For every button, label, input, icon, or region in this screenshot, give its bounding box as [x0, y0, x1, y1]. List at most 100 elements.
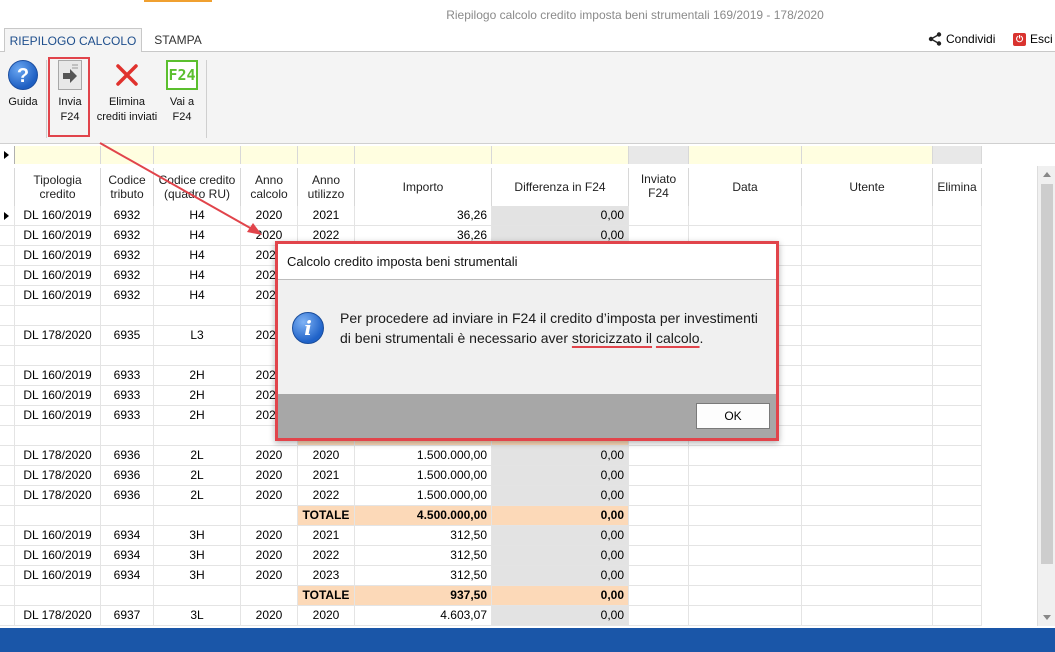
- cell-elimina[interactable]: [933, 366, 982, 385]
- cell-differenza: 0,00: [492, 566, 629, 585]
- share-button[interactable]: Condividi: [928, 32, 995, 46]
- row-selector[interactable]: [0, 246, 15, 265]
- row-selector[interactable]: [0, 226, 15, 245]
- filter-data[interactable]: [689, 146, 802, 164]
- row-selector[interactable]: [0, 486, 15, 505]
- cell-elimina[interactable]: [933, 546, 982, 565]
- filter-codcred[interactable]: [154, 146, 241, 164]
- header-annocalc-1: Anno: [254, 173, 283, 187]
- info-icon: i: [292, 312, 324, 344]
- scroll-down-icon[interactable]: [1043, 615, 1051, 620]
- header-inviato-f24[interactable]: Inviato F24: [629, 168, 689, 206]
- cell-anno-utilizzo: 2021: [298, 526, 355, 545]
- cell-codice-tributo: [101, 346, 154, 365]
- row-selector[interactable]: [0, 546, 15, 565]
- exit-button[interactable]: ⏻ Esci: [1013, 32, 1053, 46]
- row-selector[interactable]: [0, 426, 15, 445]
- vai-label-1: Vai a: [169, 96, 195, 108]
- row-selector[interactable]: [0, 526, 15, 545]
- table-row[interactable]: DL 160/2019 6932 H4 2020 2021 36,26 0,00: [0, 206, 982, 226]
- row-selector[interactable]: [0, 606, 15, 625]
- header-differenza[interactable]: Differenza in F24: [492, 168, 629, 206]
- cell-tipologia: DL 178/2020: [15, 606, 101, 625]
- cell-tipologia: DL 160/2019: [15, 386, 101, 405]
- guida-button[interactable]: ? Guida: [5, 58, 41, 110]
- header-anno-utilizzo[interactable]: Anno utilizzo: [298, 168, 355, 206]
- row-selector[interactable]: [0, 506, 15, 525]
- row-selector[interactable]: [0, 586, 15, 605]
- cell-elimina[interactable]: [933, 406, 982, 425]
- table-row[interactable]: DL 160/2019 6934 3H 2020 2021 312,50 0,00: [0, 526, 982, 546]
- header-data[interactable]: Data: [689, 168, 802, 206]
- cell-elimina[interactable]: [933, 446, 982, 465]
- vertical-scrollbar[interactable]: [1037, 166, 1055, 626]
- elimina-crediti-button[interactable]: Elimina crediti inviati: [92, 58, 162, 125]
- cell-elimina[interactable]: [933, 506, 982, 525]
- tab-stampa[interactable]: STAMPA: [144, 28, 212, 52]
- cell-elimina[interactable]: [933, 586, 982, 605]
- row-selector[interactable]: [0, 466, 15, 485]
- cell-elimina[interactable]: [933, 466, 982, 485]
- filter-annoutil[interactable]: [298, 146, 355, 164]
- total-row[interactable]: TOTALE 937,50 0,00: [0, 586, 982, 606]
- filter-annocalc[interactable]: [241, 146, 298, 164]
- cell-elimina[interactable]: [933, 526, 982, 545]
- table-row[interactable]: DL 178/2020 6936 2L 2020 2022 1.500.000,00 0,0…: [0, 486, 982, 506]
- table-row[interactable]: DL 160/2019 6934 3H 2020 2022 312,50 0,00: [0, 546, 982, 566]
- row-selector[interactable]: [0, 406, 15, 425]
- cell-elimina[interactable]: [933, 566, 982, 585]
- row-selector[interactable]: [0, 366, 15, 385]
- header-elimina[interactable]: Elimina: [933, 168, 982, 206]
- cell-elimina[interactable]: [933, 266, 982, 285]
- tab-riepilogo-calcolo[interactable]: RIEPILOGO CALCOLO: [4, 28, 142, 52]
- header-tipologia[interactable]: Tipologia credito: [15, 168, 101, 206]
- vai-a-f24-button[interactable]: F24 Vai a F24: [162, 58, 202, 125]
- cell-elimina[interactable]: [933, 226, 982, 245]
- row-selector[interactable]: [0, 266, 15, 285]
- ok-button[interactable]: OK: [696, 403, 770, 429]
- scroll-thumb[interactable]: [1041, 184, 1053, 564]
- filter-elimina[interactable]: [933, 146, 982, 164]
- row-selector[interactable]: [0, 446, 15, 465]
- cell-tipologia: DL 160/2019: [15, 366, 101, 385]
- filter-importo[interactable]: [355, 146, 492, 164]
- row-selector[interactable]: [0, 286, 15, 305]
- table-row[interactable]: DL 160/2019 6934 3H 2020 2023 312,50 0,00: [0, 566, 982, 586]
- row-selector[interactable]: [0, 386, 15, 405]
- cell-utente: [802, 246, 933, 265]
- row-selector[interactable]: [0, 566, 15, 585]
- header-codice-credito[interactable]: Codice credito (quadro RU): [154, 168, 241, 206]
- total-row[interactable]: TOTALE 4.500.000,00 0,00: [0, 506, 982, 526]
- header-anno-calcolo[interactable]: Anno calcolo: [241, 168, 298, 206]
- cell-elimina[interactable]: [933, 386, 982, 405]
- header-codcred-2: (quadro RU): [163, 187, 231, 201]
- header-importo[interactable]: Importo: [355, 168, 492, 206]
- filter-differenza[interactable]: [492, 146, 629, 164]
- cell-elimina[interactable]: [933, 246, 982, 265]
- cell-elimina[interactable]: [933, 606, 982, 625]
- filter-inviato[interactable]: [629, 146, 689, 164]
- filter-tipologia[interactable]: [15, 146, 101, 164]
- cell-elimina[interactable]: [933, 286, 982, 305]
- filter-utente[interactable]: [802, 146, 933, 164]
- cell-elimina[interactable]: [933, 206, 982, 225]
- cell-codice-tributo: [101, 586, 154, 605]
- cell-elimina[interactable]: [933, 426, 982, 445]
- table-row[interactable]: DL 178/2020 6937 3L 2020 2020 4.603,07 0,00: [0, 606, 982, 626]
- filter-codice[interactable]: [101, 146, 154, 164]
- row-selector[interactable]: [0, 326, 15, 345]
- scroll-up-icon[interactable]: [1043, 172, 1051, 177]
- cell-codice-tributo: 6936: [101, 466, 154, 485]
- table-row[interactable]: DL 178/2020 6936 2L 2020 2021 1.500.000,00 0,0…: [0, 466, 982, 486]
- row-selector[interactable]: [0, 306, 15, 325]
- cell-elimina[interactable]: [933, 306, 982, 325]
- row-selector[interactable]: [0, 206, 15, 225]
- cell-elimina[interactable]: [933, 486, 982, 505]
- header-utente[interactable]: Utente: [802, 168, 933, 206]
- header-codice-tributo[interactable]: Codice tributo: [101, 168, 154, 206]
- f24-icon: F24: [166, 60, 198, 90]
- table-row[interactable]: DL 178/2020 6936 2L 2020 2020 1.500.000,00 0,0…: [0, 446, 982, 466]
- cell-elimina[interactable]: [933, 326, 982, 345]
- row-selector[interactable]: [0, 346, 15, 365]
- cell-elimina[interactable]: [933, 346, 982, 365]
